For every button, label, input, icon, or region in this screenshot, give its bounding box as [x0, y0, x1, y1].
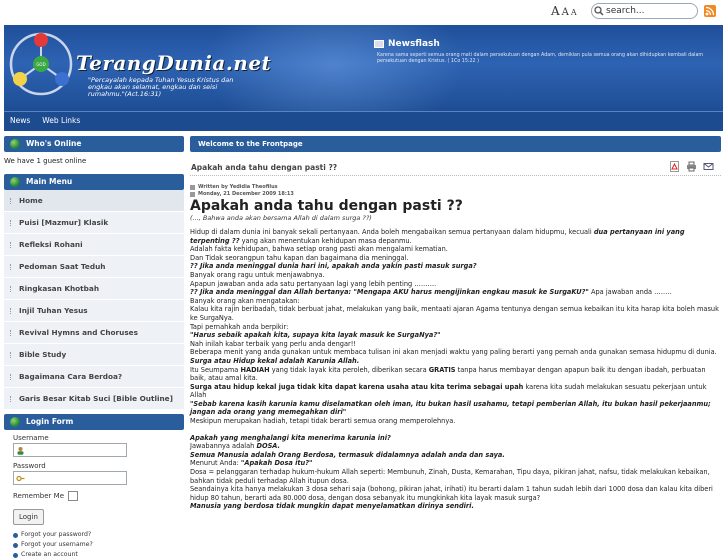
article-header: Apakah anda tahu dengan pasti ??: [190, 160, 721, 176]
font-size-controls: AAA: [551, 4, 579, 18]
whos-online-header: Who's Online: [4, 136, 184, 152]
bullet-icon: [13, 552, 18, 558]
article-meta: Written by Yedidia Theofilus Monday, 21 …: [190, 184, 721, 198]
menu-item-injil[interactable]: Injil Tuhan Yesus: [4, 300, 184, 322]
remember-checkbox[interactable]: [68, 491, 78, 501]
author-icon: [190, 185, 195, 190]
email-icon[interactable]: [703, 161, 714, 172]
menu-item-berdoa[interactable]: Bagaimana Cara Berdoa?: [4, 366, 184, 388]
header-verse: "Percayalah kepada Tuhan Yesus Kristus d…: [88, 76, 234, 98]
article-date: Monday, 21 December 2009 18:13: [198, 191, 294, 197]
menu-item-pedoman[interactable]: Pedoman Saat Teduh: [4, 256, 184, 278]
search-placeholder: search...: [606, 6, 645, 16]
globe-icon: [10, 417, 20, 427]
search-input[interactable]: search...: [591, 3, 698, 19]
site-name[interactable]: TerangDunia.net: [76, 51, 271, 75]
username-label: Username: [13, 434, 49, 442]
article-subtitle: (..., Bahwa anda akan bersama Allah di d…: [190, 214, 372, 222]
print-icon[interactable]: [686, 161, 697, 172]
top-bar: AAA search...: [0, 0, 727, 25]
menu-item-home[interactable]: Home: [4, 190, 184, 212]
newsflash-title: Newsflash: [388, 39, 440, 49]
nav-news[interactable]: News: [4, 112, 36, 130]
key-icon: [16, 475, 25, 482]
search-icon: [594, 6, 604, 16]
main-menu-header: Main Menu: [4, 174, 184, 190]
username-field[interactable]: [13, 443, 127, 457]
svg-text:GOD: GOD: [36, 62, 45, 67]
menu-item-revival[interactable]: Revival Hymns and Choruses: [4, 322, 184, 344]
nav-web-links[interactable]: Web Links: [36, 112, 86, 130]
article-title: Apakah anda tahu dengan pasti ??: [190, 198, 463, 214]
pdf-icon[interactable]: [669, 161, 680, 172]
menu-item-bible-study[interactable]: Bible Study: [4, 344, 184, 366]
site-header: GOD TerangDunia.net "Percayalah kepada T…: [4, 25, 723, 111]
menu-item-refleksi[interactable]: Refleksi Rohani: [4, 234, 184, 256]
article-link-title[interactable]: Apakah anda tahu dengan pasti ??: [191, 163, 337, 172]
rss-icon[interactable]: [704, 5, 716, 17]
guest-count: We have 1 guest online: [4, 157, 87, 165]
forgot-username-link[interactable]: Forgot your username?: [13, 540, 184, 550]
login-form: Username Password Remember Me Login Forg…: [13, 434, 184, 560]
font-increase-button[interactable]: A: [551, 4, 560, 18]
article-author: Written by Yedidia Theofilus: [198, 184, 278, 190]
password-field[interactable]: [13, 471, 127, 485]
newsflash: Newsflash Karena sama seperti semua oran…: [374, 39, 703, 64]
left-sidebar: Who's Online We have 1 guest online Main…: [4, 136, 184, 560]
article-body: Hidup di dalam dunia ini banyak sekali p…: [190, 228, 719, 511]
font-reset-button[interactable]: A: [571, 8, 577, 17]
globe-icon: [10, 139, 20, 149]
bullet-icon: [13, 542, 18, 548]
menu-item-ringkasan[interactable]: Ringkasan Khotbah: [4, 278, 184, 300]
menu-item-puisi[interactable]: Puisi [Mazmur] Klasik: [4, 212, 184, 234]
remember-label: Remember Me: [13, 492, 64, 500]
main-menu: Home Puisi [Mazmur] Klasik Refleksi Roha…: [4, 190, 184, 410]
trinity-logo[interactable]: GOD: [8, 31, 74, 97]
newsflash-text: Karena sama seperti semua orang mati dal…: [377, 53, 704, 64]
create-account-link[interactable]: Create an account: [13, 550, 184, 560]
login-header: Login Form: [4, 414, 184, 430]
main-content: Welcome to the Frontpage Apakah anda tah…: [190, 136, 721, 511]
user-icon: [17, 447, 24, 455]
password-label: Password: [13, 462, 46, 470]
login-button[interactable]: Login: [13, 509, 44, 525]
bullet-icon: [13, 532, 18, 538]
globe-icon: [10, 177, 20, 187]
font-decrease-button[interactable]: A: [562, 7, 569, 18]
forgot-password-link[interactable]: Forgot your password?: [13, 530, 184, 540]
newsflash-icon: [374, 40, 384, 48]
main-nav: News Web Links: [4, 111, 723, 131]
menu-item-bible-outline[interactable]: Garis Besar Kitab Suci [Bible Outline]: [4, 388, 184, 410]
section-title: Welcome to the Frontpage: [190, 136, 721, 152]
calendar-icon: [190, 192, 195, 197]
